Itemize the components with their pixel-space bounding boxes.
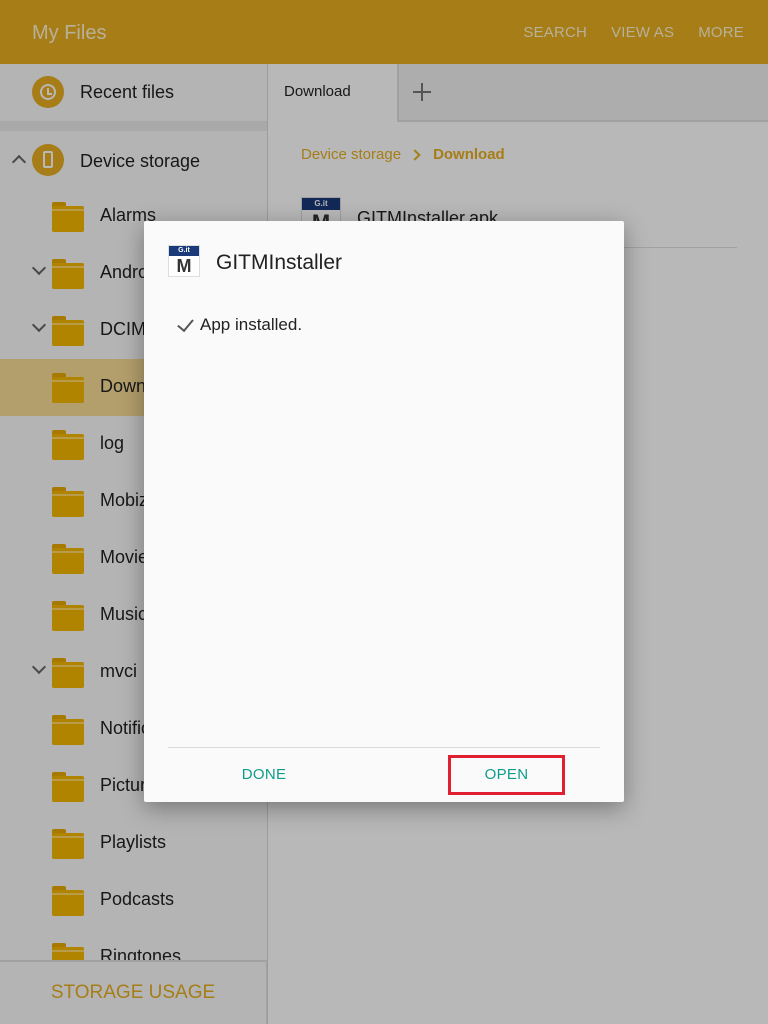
done-button[interactable]: DONE: [204, 755, 324, 795]
open-button[interactable]: OPEN: [448, 755, 565, 795]
install-status-text: App installed.: [200, 315, 303, 334]
dialog-divider: [168, 747, 600, 748]
app-icon: G.it M: [168, 245, 200, 277]
dialog-title: GITMInstaller: [216, 251, 343, 274]
install-dialog: G.it M GITMInstaller App installed. DONE…: [144, 221, 624, 802]
install-status: App installed.: [176, 315, 302, 335]
checkmark-icon: [176, 316, 194, 334]
